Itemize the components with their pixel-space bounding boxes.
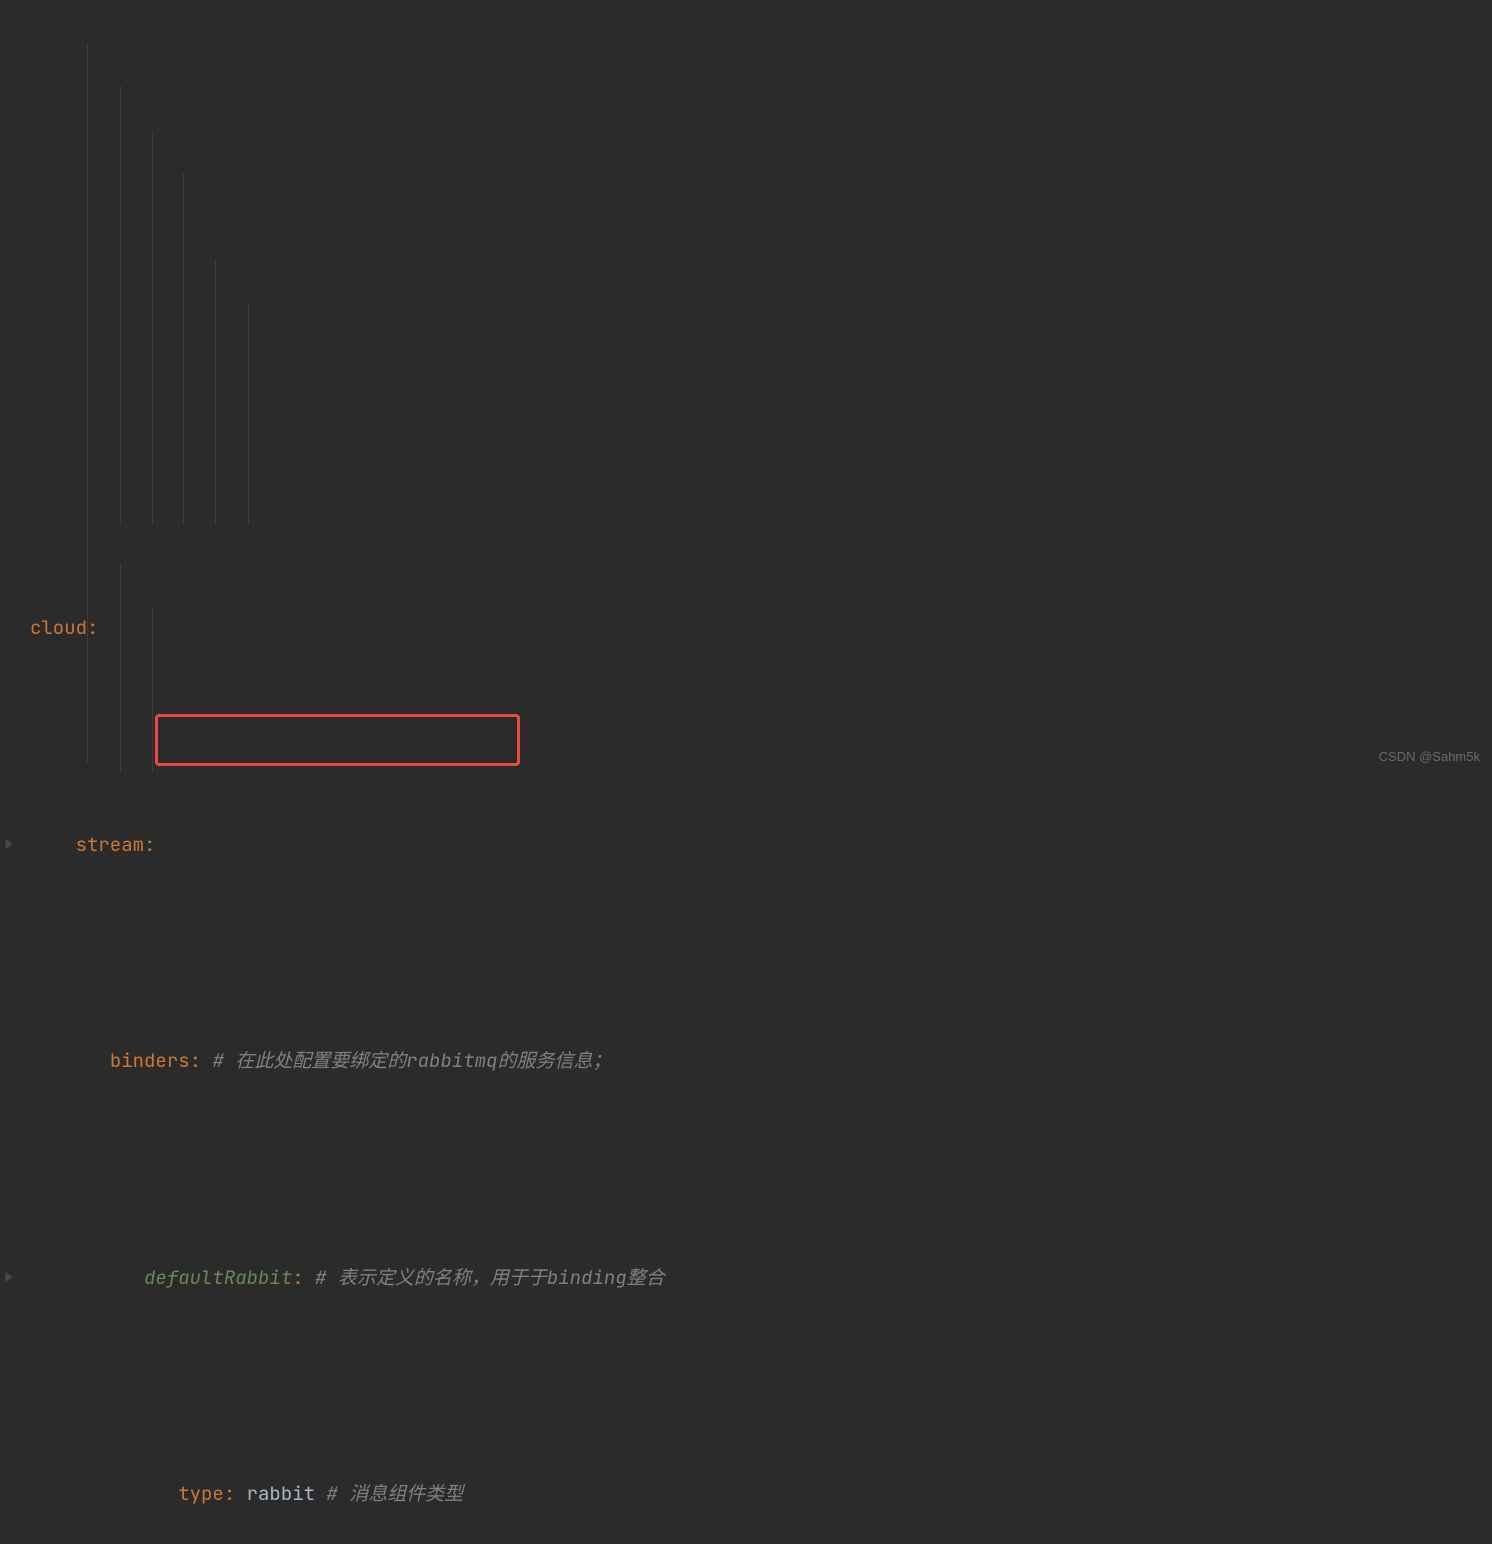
comment: 在此处配置要绑定的rabbitmq的服务信息； (224, 1048, 612, 1073)
colon: : (292, 1265, 303, 1290)
code-line: cloud: (0, 606, 1492, 649)
watermark: CSDN @Sahm5k (1379, 749, 1480, 764)
code-line: type: rabbit # 消息组件类型 (0, 1472, 1492, 1515)
comment-hash: # (315, 1265, 326, 1290)
yaml-value: rabbit (235, 1481, 326, 1506)
code-editor[interactable]: cloud: stream: binders: # 在此处配置要绑定的rabbi… (0, 0, 1492, 1544)
colon: : (87, 615, 98, 640)
yaml-key: defaultRabbit (144, 1265, 292, 1290)
yaml-key: stream (76, 832, 144, 857)
gutter-icon (0, 837, 18, 851)
comment: 消息组件类型 (338, 1481, 463, 1506)
colon: : (190, 1048, 201, 1073)
colon: : (224, 1481, 235, 1506)
comment: 表示定义的名称，用于于binding整合 (326, 1265, 664, 1290)
code-line: defaultRabbit: # 表示定义的名称，用于于binding整合 (0, 1256, 1492, 1299)
code-line: binders: # 在此处配置要绑定的rabbitmq的服务信息； (0, 1039, 1492, 1082)
code-line: stream: (0, 823, 1492, 866)
comment-hash: # (212, 1048, 223, 1073)
yaml-key: type (178, 1481, 224, 1506)
yaml-key: cloud (30, 615, 87, 640)
yaml-key: binders (110, 1048, 190, 1073)
highlight-box (155, 714, 520, 766)
comment-hash: # (326, 1481, 337, 1506)
colon: : (144, 832, 155, 857)
gutter-icon (0, 1270, 18, 1284)
